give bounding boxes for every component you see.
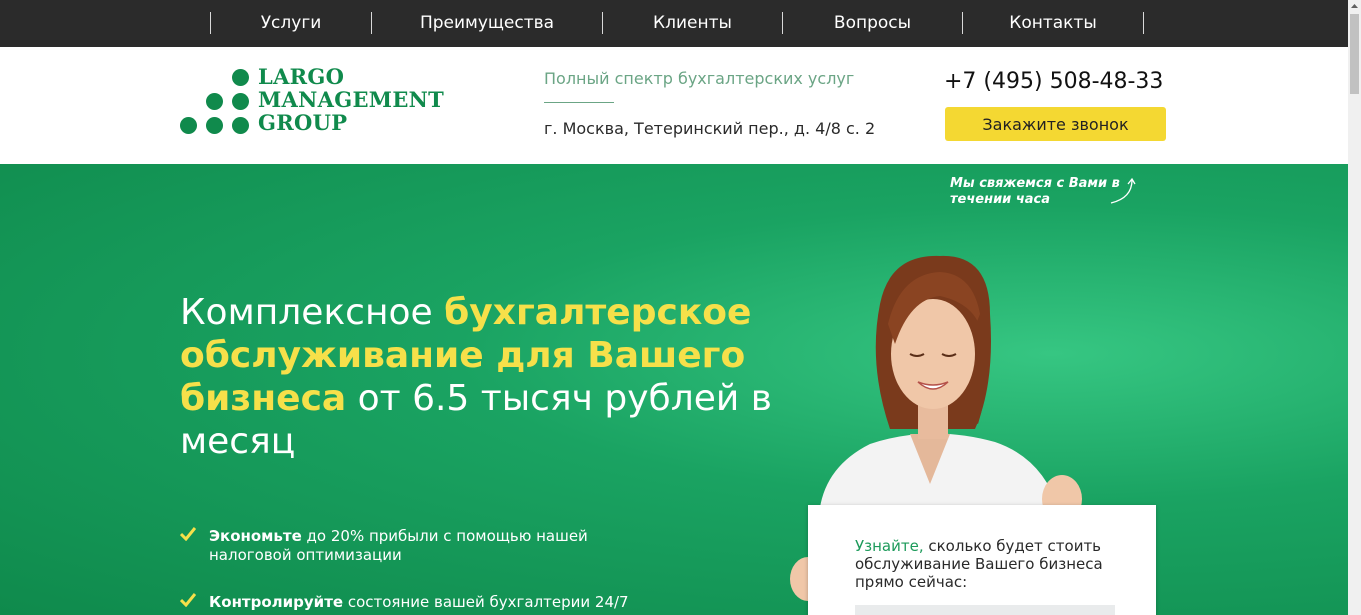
- price-calculator-card: Узнайте, сколько будет стоить обслуживан…: [808, 505, 1156, 615]
- curved-arrow-icon: [1110, 177, 1136, 204]
- phone-number[interactable]: +7 (495) 508-48-33: [944, 69, 1163, 94]
- calculator-input[interactable]: [855, 605, 1115, 615]
- page-scrollbar[interactable]: [1348, 0, 1361, 615]
- logo-dot: [232, 117, 249, 134]
- callback-note: Мы свяжемся с Вами в течении часа: [950, 176, 1120, 207]
- nav-item-clients[interactable]: Клиенты: [603, 0, 782, 47]
- scroll-up-icon[interactable]: [1348, 0, 1361, 13]
- logo-dot: [232, 69, 249, 86]
- scrollbar-thumb[interactable]: [1350, 14, 1359, 94]
- nav-item-services[interactable]: Услуги: [211, 0, 371, 47]
- tagline-divider: [544, 102, 614, 103]
- hero-headline: Комплексное бухгалтерское обслуживание д…: [180, 292, 772, 462]
- logo-dot: [180, 117, 197, 134]
- top-nav: Услуги Преимущества Клиенты Вопросы Конт…: [0, 0, 1361, 47]
- nav-separator: [1143, 12, 1144, 34]
- hero-section: Мы свяжемся с Вами в течении часа Компле…: [0, 164, 1348, 615]
- logo-dot: [206, 117, 223, 134]
- nav-item-contacts[interactable]: Контакты: [963, 0, 1143, 47]
- tagline: Полный спектр бухгалтерских услуг: [544, 69, 855, 88]
- logo-dot: [206, 93, 223, 110]
- nav-item-questions[interactable]: Вопросы: [783, 0, 962, 47]
- check-icon: [180, 593, 196, 607]
- site-header: LARGO MANAGEMENT GROUP Полный спектр бух…: [0, 47, 1348, 164]
- office-address: г. Москва, Тетеринский пер., д. 4/8 с. 2: [544, 119, 876, 138]
- company-logo[interactable]: LARGO MANAGEMENT GROUP: [180, 65, 470, 137]
- order-callback-button[interactable]: Закажите звонок: [945, 107, 1166, 141]
- logo-dot: [232, 93, 249, 110]
- logo-wordmark: LARGO MANAGEMENT GROUP: [258, 64, 445, 135]
- check-icon: [180, 527, 196, 541]
- nav-item-advantages[interactable]: Преимущества: [372, 0, 602, 47]
